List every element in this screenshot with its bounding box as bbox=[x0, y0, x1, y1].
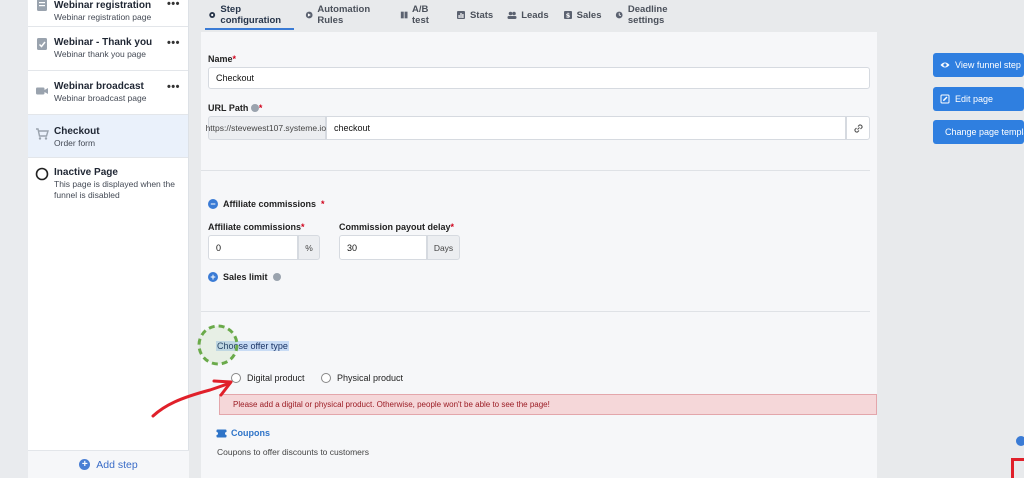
url-prefix: https://stevewest107.systeme.io/ bbox=[206, 116, 328, 140]
offer-warning-alert: Please add a digital or physical product… bbox=[219, 394, 877, 415]
button-label: Edit page bbox=[955, 94, 994, 104]
edit-page-button[interactable]: Edit page bbox=[933, 87, 1024, 111]
funnel-steps-sidebar: Webinar registration Webinar registratio… bbox=[28, 0, 189, 478]
step-title: Checkout bbox=[54, 126, 100, 137]
step-tabs: Step configuration Automation Rules A/B … bbox=[201, 0, 701, 30]
affiliate-commissions-label: Affiliate commissions* bbox=[208, 222, 305, 232]
tab-label: Step configuration bbox=[220, 4, 282, 26]
affiliate-commissions-toggle[interactable]: − Affiliate commissions * bbox=[208, 199, 325, 209]
video-camera-icon bbox=[36, 87, 48, 95]
sidebar-step-webinar-registration[interactable]: Webinar registration Webinar registratio… bbox=[28, 0, 188, 27]
url-path-input[interactable]: checkout bbox=[326, 116, 846, 140]
affiliate-commissions-input[interactable]: 0 bbox=[208, 235, 298, 260]
sales-icon: $ bbox=[563, 11, 572, 20]
tab-deadline-settings[interactable]: Deadline settings bbox=[608, 0, 701, 30]
copy-link-button[interactable] bbox=[846, 116, 870, 140]
digital-product-radio[interactable]: Digital product bbox=[231, 373, 305, 383]
step-subtitle: Order form bbox=[54, 138, 96, 148]
divider bbox=[201, 311, 870, 312]
tab-label: Leads bbox=[521, 9, 549, 21]
days-addon: Days bbox=[427, 235, 460, 260]
toggle-label: Affiliate commissions bbox=[223, 199, 317, 209]
left-gutter bbox=[0, 0, 28, 478]
name-input[interactable]: Checkout bbox=[208, 67, 870, 89]
info-icon bbox=[250, 104, 259, 112]
button-label: View funnel step bbox=[955, 60, 1021, 70]
step-subtitle: Webinar thank you page bbox=[54, 49, 146, 59]
info-icon bbox=[272, 273, 281, 281]
add-step-button[interactable]: + Add step bbox=[28, 450, 189, 478]
step-title: Webinar broadcast bbox=[54, 81, 144, 92]
tab-label: A/B test bbox=[412, 4, 429, 26]
url-path-label: URL Path * bbox=[208, 103, 263, 113]
edge-red-marker bbox=[1011, 458, 1024, 478]
minus-circle-icon: − bbox=[208, 199, 218, 209]
thank-you-page-icon bbox=[37, 38, 47, 50]
step-subtitle: Webinar broadcast page bbox=[54, 93, 147, 103]
tab-label: Sales bbox=[576, 9, 602, 21]
eye-icon bbox=[940, 62, 950, 68]
tab-label: Stats bbox=[469, 9, 494, 21]
step-menu-icon[interactable]: ••• bbox=[167, 0, 180, 10]
divider bbox=[201, 170, 870, 171]
step-title: Inactive Page bbox=[54, 167, 118, 178]
stats-icon bbox=[456, 11, 465, 19]
change-page-template-button[interactable]: Change page template bbox=[933, 120, 1024, 144]
inactive-circle-icon bbox=[35, 167, 49, 181]
link-icon bbox=[853, 123, 863, 133]
coupon-icon bbox=[216, 429, 227, 437]
step-title: Webinar - Thank you bbox=[54, 37, 153, 48]
gear-icon bbox=[209, 12, 216, 18]
clock-icon bbox=[616, 11, 624, 19]
leads-icon bbox=[507, 11, 517, 19]
svg-text:$: $ bbox=[565, 12, 570, 20]
name-label: Name* bbox=[208, 54, 237, 64]
tab-ab-test[interactable]: A/B test bbox=[393, 0, 449, 30]
physical-product-radio[interactable]: Physical product bbox=[321, 373, 403, 383]
sidebar-step-checkout[interactable]: Checkout Order form bbox=[28, 115, 188, 158]
plus-icon: + bbox=[79, 459, 91, 470]
view-funnel-step-button[interactable]: View funnel step bbox=[933, 53, 1024, 77]
add-step-label: Add step bbox=[96, 458, 138, 471]
sales-limit-toggle[interactable]: + Sales limit bbox=[208, 272, 281, 282]
cart-icon bbox=[36, 128, 49, 140]
toggle-label: Sales limit bbox=[223, 272, 268, 282]
tab-stats[interactable]: Stats bbox=[449, 0, 500, 30]
radio-circle bbox=[231, 373, 241, 383]
percent-addon: % bbox=[298, 235, 320, 260]
tab-label: Deadline settings bbox=[627, 4, 668, 26]
sidebar-step-inactive-page[interactable]: Inactive Page This page is displayed whe… bbox=[28, 158, 188, 214]
automation-icon bbox=[305, 11, 313, 19]
step-subtitle: This page is displayed when the funnel i… bbox=[54, 179, 175, 200]
button-label: Change page template bbox=[945, 127, 1024, 137]
plus-circle-icon: + bbox=[208, 272, 218, 282]
tab-step-configuration[interactable]: Step configuration bbox=[201, 0, 298, 30]
edit-icon bbox=[940, 94, 950, 104]
tab-leads[interactable]: Leads bbox=[500, 0, 555, 30]
edge-plus-icon bbox=[1016, 436, 1024, 446]
offer-type-label: Choose offer type bbox=[216, 341, 289, 351]
webinar-page-icon bbox=[37, 0, 47, 11]
step-menu-icon[interactable]: ••• bbox=[167, 81, 180, 93]
coupons-toggle[interactable]: Coupons bbox=[216, 428, 270, 438]
step-subtitle: Webinar registration page bbox=[54, 12, 152, 22]
step-menu-icon[interactable]: ••• bbox=[167, 37, 180, 49]
tab-automation-rules[interactable]: Automation Rules bbox=[298, 0, 393, 30]
coupons-description: Coupons to offer discounts to customers bbox=[217, 447, 369, 457]
step-configuration-panel: Name* Checkout URL Path * https://stevew… bbox=[201, 32, 877, 478]
coupons-label: Coupons bbox=[231, 428, 270, 438]
payout-delay-input[interactable]: 30 bbox=[339, 235, 427, 260]
radio-label: Physical product bbox=[337, 373, 404, 383]
tab-sales[interactable]: $ Sales bbox=[556, 0, 609, 30]
ab-test-icon bbox=[400, 11, 408, 19]
sidebar-step-webinar-broadcast[interactable]: Webinar broadcast Webinar broadcast page… bbox=[28, 71, 188, 115]
tab-label: Automation Rules bbox=[317, 4, 371, 26]
step-title: Webinar registration bbox=[54, 0, 152, 11]
radio-circle bbox=[321, 373, 331, 383]
payout-delay-label: Commission payout delay* bbox=[339, 222, 455, 232]
radio-label: Digital product bbox=[247, 373, 305, 383]
sidebar-step-webinar-thank-you[interactable]: Webinar - Thank you Webinar thank you pa… bbox=[28, 27, 188, 71]
